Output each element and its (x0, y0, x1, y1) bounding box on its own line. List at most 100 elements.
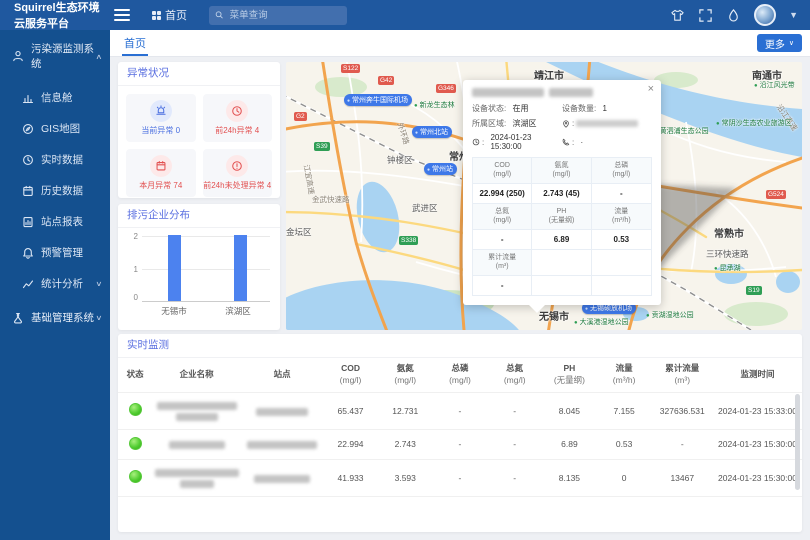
line-chart-icon (22, 278, 34, 290)
station-redacted (241, 392, 323, 429)
map-poi-park[interactable]: 贡湖湿地公园 (646, 310, 694, 320)
metric-ph-value: 6.89 (532, 230, 591, 250)
bell-icon (22, 247, 34, 259)
y-tick: 0 (128, 293, 138, 302)
map-poi-station[interactable]: 常州北站 (412, 126, 452, 138)
popup-time: 2024-01-23 15:30:00 (490, 133, 562, 151)
sidebar-item-realtime-data[interactable]: 实时数据 (0, 144, 110, 175)
card-current-abnormal[interactable]: 当前异常 0 (126, 94, 196, 142)
bar-wuxi (168, 235, 181, 301)
map-poi-park[interactable]: 大溪港湿地公园 (574, 317, 629, 327)
x-label: 无锡市 (142, 305, 206, 317)
map-poi-park[interactable]: 常阴沙生态农业旅游区 (716, 118, 792, 128)
alert-circle-icon (231, 160, 243, 172)
report-icon (22, 216, 34, 228)
clock-icon (472, 138, 480, 146)
tab-home[interactable]: 首页 (122, 30, 148, 56)
device-count-value: 1 (602, 104, 606, 113)
bar-binhu (234, 235, 247, 301)
chevron-up-icon: ∧ (96, 52, 103, 60)
abnormal-status-panel: 异常状况 当前异常 0 前24h异常 4 本月异常 74 前24h未处理异常 4 (118, 62, 280, 198)
location-pin-icon (562, 120, 570, 128)
company-name-redacted (152, 429, 241, 459)
phone-icon (562, 138, 570, 146)
sidebar-item-station-report[interactable]: 站点报表 (0, 206, 110, 237)
menu-search[interactable] (209, 6, 347, 25)
pollution-system-icon (12, 50, 24, 62)
menu-toggle-icon[interactable] (114, 9, 130, 21)
company-name-redacted (152, 459, 241, 496)
site-info-popup: × 设备状态: 在用 设备数量: 1 所属区域: 滨湖区 : : 2024-01… (463, 80, 661, 305)
map-district-label: 金坛区 (286, 226, 312, 238)
map-poi-park[interactable]: 黄泗浦生态公园 (654, 126, 709, 136)
y-tick: 2 (128, 232, 138, 241)
more-button[interactable]: 更多 ∨ (757, 34, 802, 52)
clock-icon (22, 154, 34, 166)
table-row[interactable]: 65.437 12.731 - - 8.045 7.155 327636.531… (118, 392, 802, 429)
map-city-label: 常熟市 (714, 225, 744, 240)
map-poi-park[interactable]: 新龙生态林 (414, 100, 455, 110)
theme-skin-icon[interactable] (670, 8, 685, 23)
fullscreen-icon[interactable] (698, 8, 713, 23)
status-dot-green (129, 403, 142, 416)
company-name-redacted (152, 392, 241, 429)
tab-bar: 首页 更多 ∨ (110, 30, 810, 57)
user-menu-chevron-down-icon[interactable]: ▼ (789, 10, 798, 20)
table-row[interactable]: 22.994 2.743 - - 6.89 0.53 - 2024-01-23 … (118, 429, 802, 459)
map-road-badge: G346 (436, 84, 456, 93)
station-redacted (241, 429, 323, 459)
status-dot-green (129, 437, 142, 450)
user-avatar[interactable] (754, 4, 776, 26)
close-icon[interactable]: × (648, 84, 654, 95)
map-road-badge: S338 (399, 236, 418, 245)
chevron-down-icon: ∨ (789, 39, 794, 47)
map-road-badge: S122 (341, 64, 360, 73)
x-label: 滨湖区 (206, 305, 270, 317)
map-district-label: 钟楼区 (387, 154, 413, 166)
topbar: Squirrel生态环境云服务平台 首页 ▼ (0, 0, 810, 30)
sidebar-item-gis-map[interactable]: GIS地图 (0, 113, 110, 144)
sidebar-item-history-data[interactable]: 历史数据 (0, 175, 110, 206)
sidebar-group-basic-management[interactable]: 基础管理系统 ∨ (0, 299, 110, 336)
phone-value: · (580, 138, 583, 147)
map-road-badge: S39 (314, 142, 330, 151)
map-poi-airport[interactable]: 常州奔牛国际机场 (344, 94, 412, 106)
popup-title-redacted (472, 88, 652, 97)
metric-tn-value: - (473, 230, 532, 250)
topbar-home-label: 首页 (165, 7, 187, 23)
search-input[interactable] (228, 9, 341, 22)
card-24h-unhandled-abnormal[interactable]: 前24h未处理异常 4 (203, 149, 273, 197)
flame-icon[interactable] (726, 8, 741, 23)
clock-alert-icon (231, 105, 243, 117)
sidebar-item-alert-management[interactable]: 预警管理 (0, 237, 110, 268)
search-icon (215, 10, 224, 20)
map-poi-station[interactable]: 常州站 (424, 163, 457, 175)
chevron-down-icon: ∨ (96, 313, 103, 321)
card-24h-abnormal[interactable]: 前24h异常 4 (203, 94, 273, 142)
map-poi-park[interactable]: 沿江风光带 (754, 80, 795, 90)
sidebar-item-statistics[interactable]: 统计分析 ∨ (0, 268, 110, 299)
table-row[interactable]: 41.933 3.593 - - 8.135 0 13467 2024-01-2… (118, 459, 802, 496)
map-road-badge: S19 (746, 286, 762, 295)
gis-map[interactable]: 靖江市 南通市 常州市 无锡市 常熟市 港市 武进区 钟楼区 滨湖区 金坛区 金… (286, 62, 802, 330)
siren-icon (155, 105, 167, 117)
card-month-abnormal[interactable]: 本月异常 74 (126, 149, 196, 197)
info-cabin-icon (22, 92, 34, 104)
home-grid-icon (152, 11, 161, 20)
map-poi-lake[interactable]: 昆承湖 (714, 263, 741, 273)
calendar-icon (155, 160, 167, 172)
metric-flow-value: 0.53 (592, 230, 651, 250)
sidebar-group-pollution-monitor[interactable]: 污染源监测系统 ∧ (0, 30, 110, 82)
map-road-badge: G2 (294, 112, 307, 121)
sidebar-item-info-cabin[interactable]: 信息舱 (0, 82, 110, 113)
address-redacted (576, 120, 638, 127)
bar-chart: 2 1 0 (142, 236, 270, 302)
panel-title: 实时监测 (118, 334, 802, 358)
metric-cod-value: 22.994 (250) (473, 184, 532, 204)
topbar-home-link[interactable]: 首页 (152, 7, 187, 23)
metric-total-flow-value: - (473, 276, 532, 296)
metric-nh3-value: 2.743 (45) (532, 184, 591, 204)
vertical-scrollbar[interactable] (795, 394, 800, 490)
map-district-label: 武进区 (412, 202, 438, 214)
popup-metrics-table: COD(mg/l) 氨氮(mg/l) 总磷(mg/l) 22.994 (250)… (472, 157, 652, 296)
